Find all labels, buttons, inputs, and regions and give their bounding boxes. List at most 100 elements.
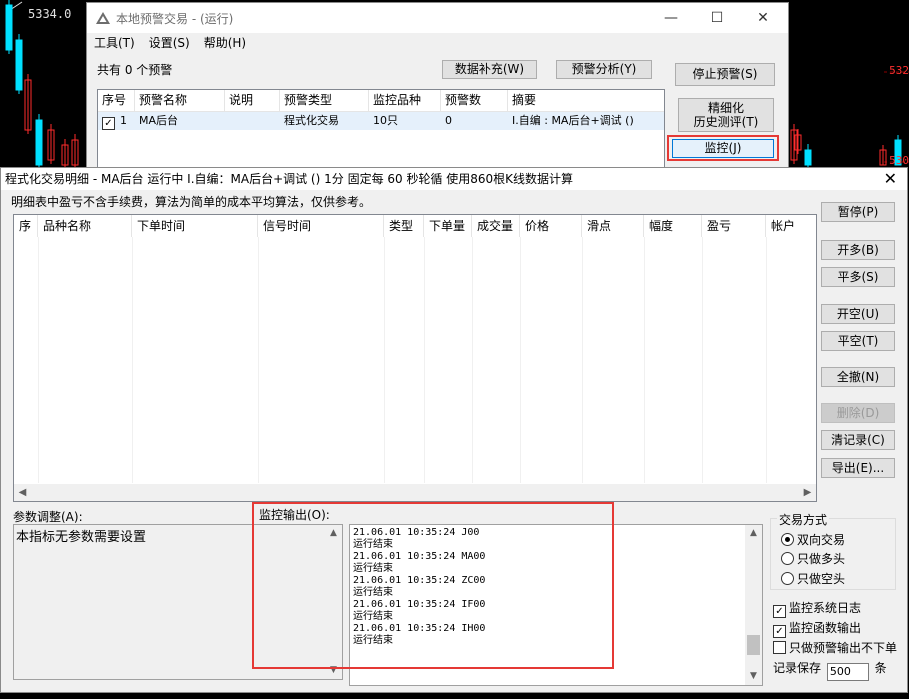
candle <box>15 39 23 91</box>
record-keep-input[interactable]: 500 <box>826 663 869 681</box>
radio-long-only-label: 只做多头 <box>797 552 846 566</box>
radio-short-only-label: 只做空头 <box>797 572 846 586</box>
grid-line <box>702 237 703 483</box>
row-index: 1 <box>120 114 127 127</box>
radio-long-only[interactable]: 只做多头 <box>781 550 845 567</box>
maximize-button[interactable]: ☐ <box>694 3 740 33</box>
alert-list-header: 序号 预警名称 说明 预警类型 监控品种 预警数 摘要 <box>98 90 664 112</box>
data-fill-button[interactable]: 数据补充(W) <box>442 60 537 79</box>
radio-two-way-label: 双向交易 <box>797 533 846 547</box>
output-scrollbar[interactable]: ▲ ▼ <box>745 525 762 685</box>
col-product-name[interactable]: 品种名称 <box>38 215 132 237</box>
price-label-right-1: 532 <box>889 64 909 77</box>
col-order-time[interactable]: 下单时间 <box>132 215 258 237</box>
pause-button[interactable]: 暂停(P) <box>821 202 895 222</box>
scroll-right-icon[interactable]: ▶ <box>799 484 816 501</box>
check-system-log[interactable]: ✓ 监控系统日志 <box>773 599 861 618</box>
highlight-monitor-output <box>252 502 614 669</box>
grid-line <box>132 237 133 483</box>
col-index[interactable]: 序号 <box>98 90 135 111</box>
col-alert-count[interactable]: 预警数 <box>441 90 508 111</box>
alert-count-label: 共有 0 个预警 <box>97 63 173 77</box>
check-alert-only[interactable]: 只做预警输出不下单 <box>773 639 897 656</box>
checkbox-icon <box>773 641 786 654</box>
menu-help[interactable]: 帮助(H) <box>204 34 246 51</box>
col-order-qty[interactable]: 下单量 <box>424 215 472 237</box>
param-text: 本指标无参数需要设置 <box>16 530 147 545</box>
checkbox-checked-icon: ✓ <box>773 625 786 638</box>
candle <box>35 119 43 166</box>
delete-button[interactable]: 删除(D) <box>821 403 895 423</box>
grid-line <box>520 237 521 483</box>
open-short-button[interactable]: 开空(U) <box>821 304 895 324</box>
trade-detail-list[interactable]: 序 品种名称 下单时间 信号时间 类型 下单量 成交量 价格 滑点 幅度 盈亏 … <box>13 214 817 502</box>
menu-tools[interactable]: 工具(T) <box>94 34 135 51</box>
radio-icon <box>781 572 794 585</box>
col-slippage[interactable]: 滑点 <box>582 215 644 237</box>
alert-analysis-button[interactable]: 预警分析(Y) <box>556 60 652 79</box>
col-summary[interactable]: 摘要 <box>508 90 663 111</box>
col-alert-name[interactable]: 预警名称 <box>135 90 225 111</box>
horizontal-scrollbar[interactable]: ◀ ▶ <box>14 484 816 501</box>
grid-line <box>258 237 259 483</box>
scroll-up-icon[interactable]: ▲ <box>745 525 762 542</box>
grid-line <box>384 237 385 483</box>
open-long-button[interactable]: 开多(B) <box>821 240 895 260</box>
close-short-button[interactable]: 平空(T) <box>821 331 895 351</box>
cancel-all-button[interactable]: 全撤(N) <box>821 367 895 387</box>
grid-line <box>644 237 645 483</box>
param-adjust-label: 参数调整(A): <box>13 510 83 524</box>
clear-records-button[interactable]: 清记录(C) <box>821 430 895 450</box>
refine-line-1: 精细化 <box>707 101 744 115</box>
alert-row[interactable]: ✓ 1 MA后台 程式化交易 10只 0 I.自编 : MA后台+调试 () <box>98 112 664 130</box>
menu-bar: 工具(T) 设置(S) 帮助(H) <box>94 34 246 51</box>
grid-line <box>472 237 473 483</box>
close-button[interactable]: ✕ <box>740 3 786 33</box>
check-alert-only-label: 只做预警输出不下单 <box>789 641 898 655</box>
col-filled-qty[interactable]: 成交量 <box>472 215 520 237</box>
radio-selected-icon <box>781 533 794 546</box>
refine-line-2: 历史测评(T) <box>693 115 759 129</box>
col-seq[interactable]: 序 <box>14 215 38 237</box>
price-label-right-2: 530 <box>889 154 909 167</box>
checkbox-checked-icon: ✓ <box>773 605 786 618</box>
disclaimer-note: 明细表中盈亏不含手续费，算法为简单的成本平均算法，仅供参考。 <box>11 195 372 209</box>
col-alert-type[interactable]: 预警类型 <box>280 90 369 111</box>
check-function-output[interactable]: ✓ 监控函数输出 <box>773 619 861 638</box>
col-pnl[interactable]: 盈亏 <box>702 215 766 237</box>
col-signal-time[interactable]: 信号时间 <box>258 215 384 237</box>
candle <box>5 4 13 51</box>
radio-two-way[interactable]: 双向交易 <box>781 531 845 548</box>
scroll-left-icon[interactable]: ◀ <box>14 484 31 501</box>
row-checkbox[interactable]: ✓ <box>102 117 115 130</box>
refine-history-button[interactable]: 精细化 历史测评(T) <box>678 98 774 132</box>
col-price[interactable]: 价格 <box>520 215 582 237</box>
record-keep-label: 记录保存 <box>773 661 822 675</box>
program-trading-detail-window: 程式化交易明细 - MA后台 运行中 I.自编：MA后台+调试 () 1分 固定… <box>0 167 908 693</box>
minimize-button[interactable]: — <box>648 3 694 33</box>
price-label-top: 5334.0 <box>28 7 72 21</box>
alert-list[interactable]: 序号 预警名称 说明 预警类型 监控品种 预警数 摘要 ✓ 1 MA后台 程式化交… <box>97 89 665 171</box>
scroll-down-icon[interactable]: ▼ <box>745 668 762 685</box>
col-type[interactable]: 类型 <box>384 215 424 237</box>
detail-window-title: 程式化交易明细 - MA后台 运行中 I.自编：MA后台+调试 () 1分 固定… <box>5 172 574 186</box>
menu-settings[interactable]: 设置(S) <box>149 34 190 51</box>
col-account[interactable]: 帐户 <box>766 215 816 237</box>
check-function-output-label: 监控函数输出 <box>789 621 862 635</box>
col-symbols[interactable]: 监控品种 <box>369 90 441 111</box>
detail-close-icon[interactable]: ✕ <box>884 168 897 190</box>
row-summary: I.自编 : MA后台+调试 () <box>512 114 634 127</box>
col-desc[interactable]: 说明 <box>225 90 280 111</box>
record-unit-label: 条 <box>874 661 887 675</box>
scroll-thumb[interactable] <box>747 635 760 655</box>
radio-short-only[interactable]: 只做空头 <box>781 570 845 587</box>
col-range[interactable]: 幅度 <box>644 215 702 237</box>
close-long-button[interactable]: 平多(S) <box>821 267 895 287</box>
candle <box>804 149 812 166</box>
highlight-monitor-button <box>667 135 779 161</box>
window-title: 本地预警交易 - (运行) <box>116 11 234 26</box>
stop-alert-button[interactable]: 停止预警(S) <box>675 63 775 86</box>
export-button[interactable]: 导出(E)... <box>821 458 895 478</box>
row-type: 程式化交易 <box>284 114 339 127</box>
row-index-cell: ✓ 1 <box>98 112 135 130</box>
